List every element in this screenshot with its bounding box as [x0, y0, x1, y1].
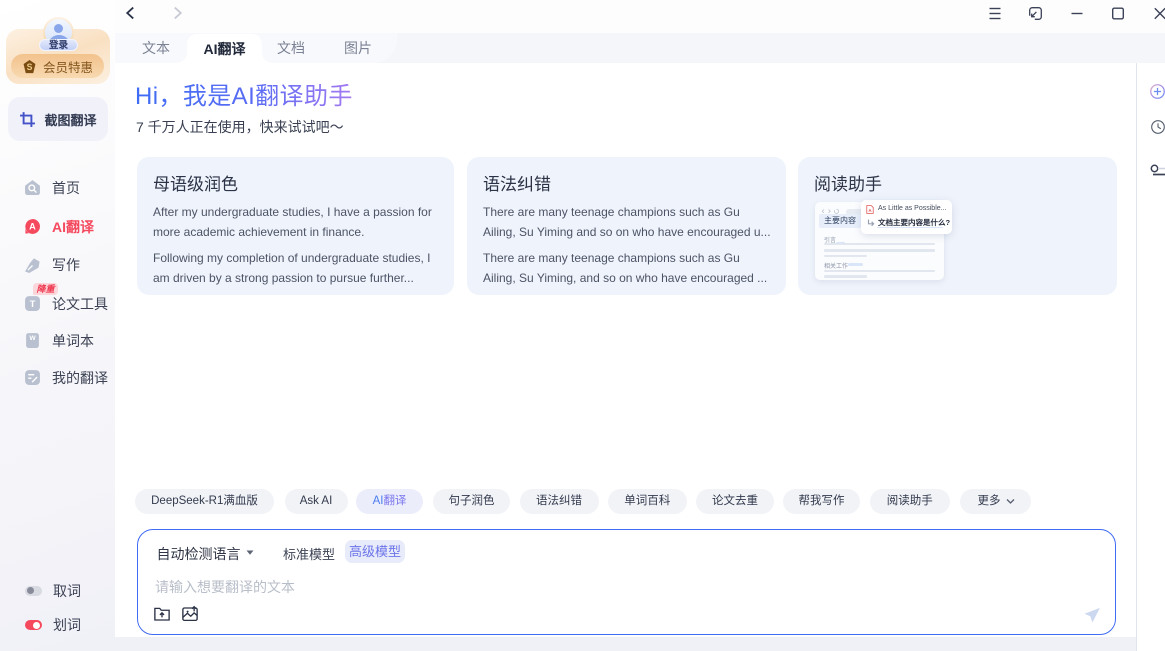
- svg-text:S: S: [27, 61, 33, 71]
- svg-text:W: W: [29, 335, 36, 342]
- svg-text:T: T: [30, 299, 36, 310]
- svg-text:A: A: [29, 222, 36, 232]
